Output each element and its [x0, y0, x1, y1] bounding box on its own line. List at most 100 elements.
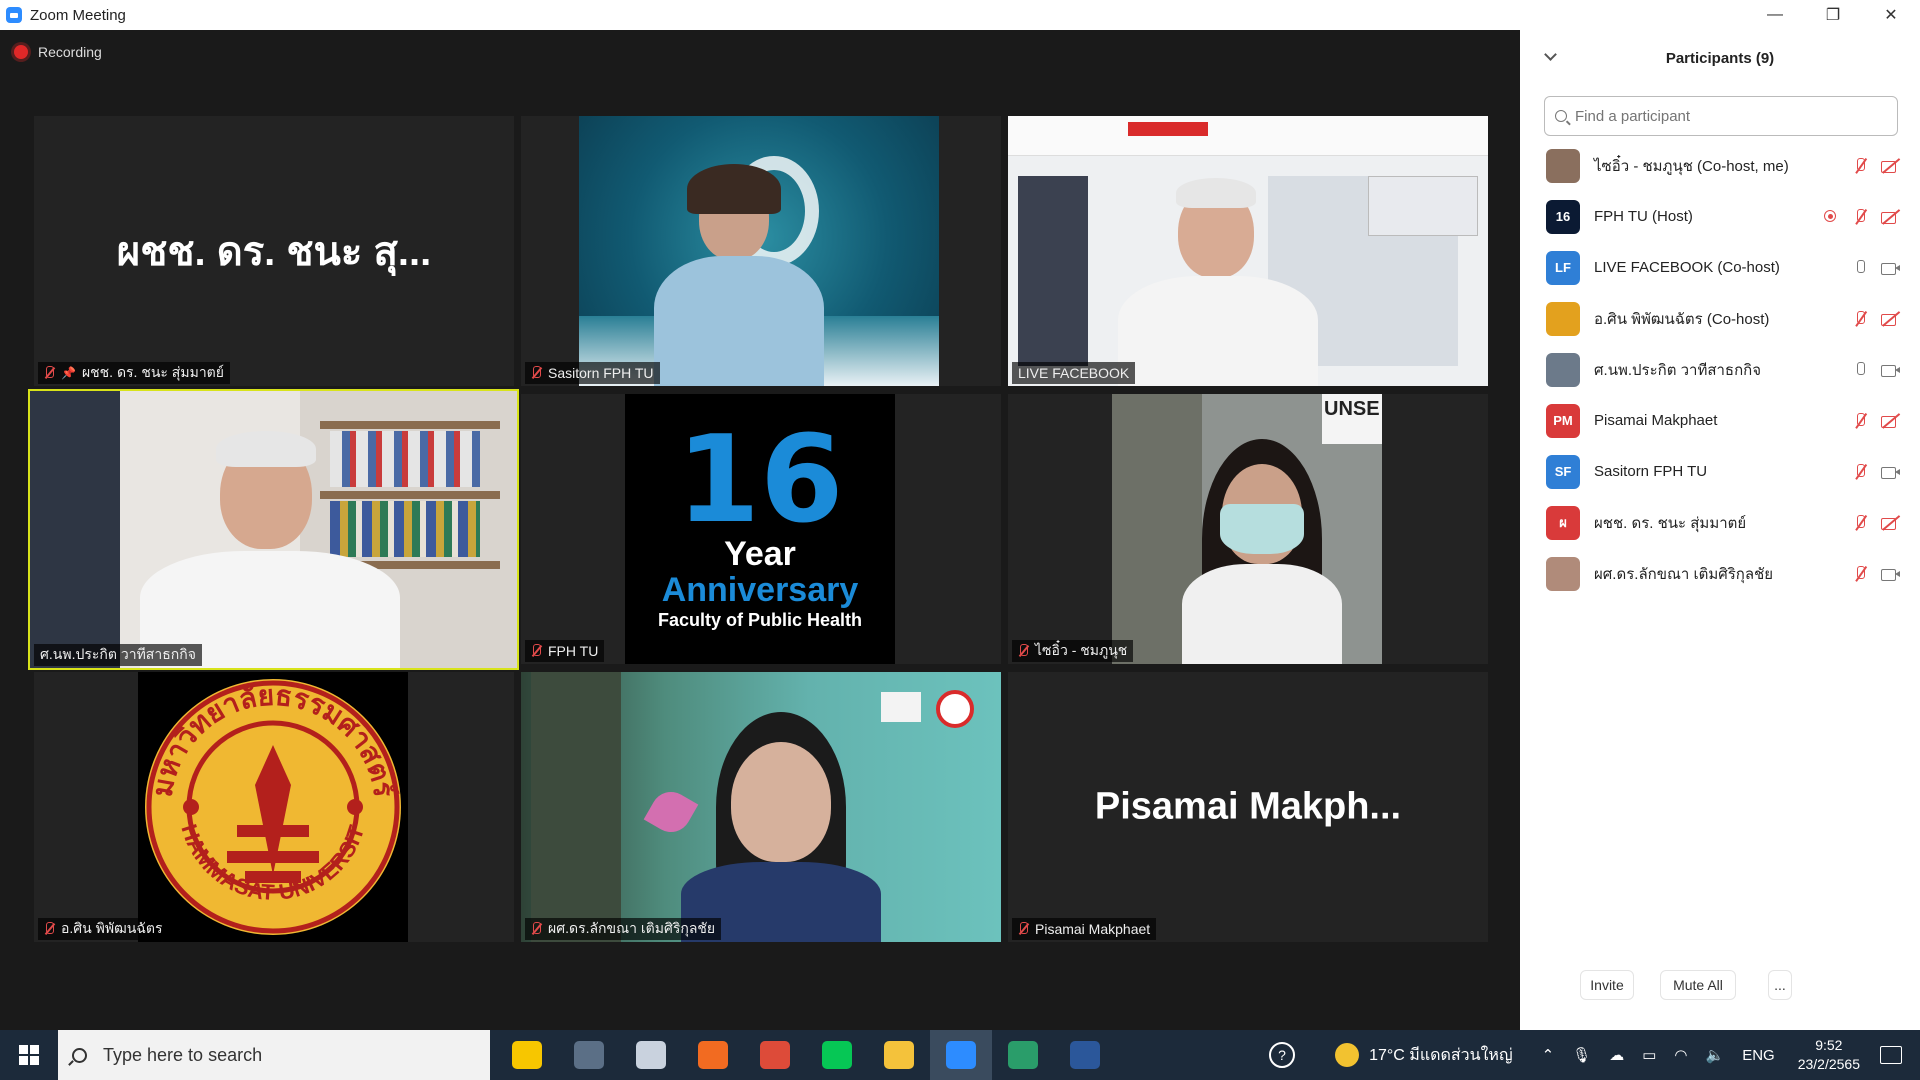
zoom-icon[interactable]	[930, 1030, 992, 1080]
participant-name: ศ.นพ.ประกิต วาทีสาธกกิจ	[1594, 361, 1762, 379]
language-indicator[interactable]: ENG	[1742, 1047, 1775, 1064]
restore-button[interactable]: ❐	[1804, 0, 1862, 30]
participants-header: Participants (9)	[1520, 30, 1920, 86]
store-sign: UNSE	[1322, 394, 1382, 444]
calculator-icon[interactable]	[558, 1030, 620, 1080]
participant-search[interactable]	[1544, 96, 1898, 136]
minimize-button[interactable]: —	[1746, 0, 1804, 30]
mic-muted-icon[interactable]	[1850, 462, 1872, 482]
video-feed	[1008, 116, 1488, 386]
avatar: ผ	[1546, 505, 1580, 540]
word-icon[interactable]	[1054, 1030, 1116, 1080]
paint-icon[interactable]	[620, 1030, 682, 1080]
battery-icon[interactable]: ▭	[1642, 1046, 1656, 1064]
mic-icon[interactable]	[1850, 360, 1872, 380]
chevron-up-icon[interactable]: ⌃	[1542, 1046, 1555, 1064]
video-feed	[521, 672, 1001, 942]
browser-green-icon[interactable]	[992, 1030, 1054, 1080]
clock[interactable]: 9:52 23/2/2565	[1798, 1036, 1860, 1074]
participant-display-name: ผชช. ดร. ชนะ สุ...	[116, 230, 432, 274]
wifi-icon[interactable]: ◠	[1674, 1046, 1687, 1064]
participants-footer: Invite Mute All ...	[1520, 970, 1920, 1000]
volume-icon[interactable]: 🔈	[1706, 1046, 1725, 1064]
video-tile[interactable]: มหาวิทยาลัยธรรมศาสตร์ THAMMASAT UNIVERSI…	[34, 672, 514, 942]
sticky-notes-icon[interactable]	[496, 1030, 558, 1080]
camera-icon[interactable]	[1880, 564, 1902, 584]
camera-icon[interactable]	[1880, 462, 1902, 482]
mic-muted-icon[interactable]	[1850, 564, 1872, 584]
mic-muted-icon[interactable]	[1850, 309, 1872, 329]
participant-row[interactable]: ผ ผชช. ดร. ชนะ สุ่มมาตย์	[1520, 497, 1920, 548]
camera-off-icon[interactable]	[1880, 207, 1902, 227]
microphone-icon[interactable]: 🎙	[1572, 1046, 1591, 1064]
camera-off-icon[interactable]	[1880, 156, 1902, 176]
chevron-down-icon[interactable]	[1544, 48, 1557, 61]
mic-muted-icon[interactable]	[1850, 411, 1872, 431]
camera-off-icon[interactable]	[1880, 411, 1902, 431]
participant-search-input[interactable]	[1575, 107, 1875, 125]
participants-title: Participants (9)	[1665, 49, 1775, 67]
participant-row[interactable]: อ.ศิน พิพัฒนฉัตร (Co-host)	[1520, 293, 1920, 344]
participant-status-icons	[1842, 156, 1902, 176]
video-tile[interactable]: ผชช. ดร. ชนะ สุ... 📌 ผชช. ดร. ชนะ สุ่มมา…	[34, 116, 514, 386]
participant-list: ไซอิ๋ว - ชมภูนุช (Co-host, me) 16 FPH TU (…	[1520, 140, 1920, 599]
name-tag: อ.ศิน พิพัฒนฉัตร	[38, 918, 169, 940]
participant-row[interactable]: 16 FPH TU (Host)	[1520, 191, 1920, 242]
mic-icon[interactable]	[1850, 258, 1872, 278]
app-orange-icon[interactable]	[682, 1030, 744, 1080]
camera-icon[interactable]	[1880, 258, 1902, 278]
taskbar-apps	[496, 1030, 1116, 1080]
participant-status-icons	[1842, 411, 1902, 431]
camera-off-icon[interactable]	[1880, 513, 1902, 533]
video-tile[interactable]: 16 Year Anniversary Faculty of Public He…	[521, 394, 1001, 664]
onedrive-icon[interactable]: ☁	[1609, 1046, 1624, 1064]
line-icon[interactable]	[806, 1030, 868, 1080]
video-tile[interactable]: LIVE FACEBOOK	[1008, 116, 1488, 386]
notifications-icon[interactable]	[1880, 1046, 1902, 1064]
participant-name: ไซอิ๋ว - ชมภูนุช	[1035, 642, 1128, 658]
muted-mic-icon	[44, 366, 54, 380]
video-tile[interactable]: Sasitorn FPH TU	[521, 116, 1001, 386]
video-tile[interactable]: ผศ.ดร.ลักขณา เติมศิริกุลชัย	[521, 672, 1001, 942]
muted-mic-icon	[531, 922, 541, 936]
help-icon[interactable]: ?	[1269, 1042, 1296, 1068]
window-controls: — ❐ ✕	[1746, 0, 1920, 30]
recording-label: Recording	[38, 44, 102, 60]
windows-start-icon[interactable]	[0, 1030, 58, 1080]
participant-name: อ.ศิน พิพัฒนฉัตร	[61, 920, 163, 936]
search-icon	[1555, 110, 1567, 122]
video-tile[interactable]: Pisamai Makph... Pisamai Makphaet	[1008, 672, 1488, 942]
participant-row[interactable]: ไซอิ๋ว - ชมภูนุช (Co-host, me)	[1520, 140, 1920, 191]
clock-time: 9:52	[1815, 1037, 1843, 1053]
file-explorer-icon[interactable]	[868, 1030, 930, 1080]
mic-muted-icon[interactable]	[1850, 207, 1872, 227]
participant-name: ผชช. ดร. ชนะ สุ่มมาตย์	[81, 364, 224, 380]
video-tile[interactable]: UNSE ไซอิ๋ว - ชมภูนุช	[1008, 394, 1488, 664]
participant-row[interactable]: ผศ.ดร.ลักขณา เติมศิริกุลชัย	[1520, 548, 1920, 599]
video-tile-active-speaker[interactable]: ศ.นพ.ประกิต วาทีสาธกกิจ	[28, 389, 519, 670]
invite-button[interactable]: Invite	[1580, 970, 1634, 1000]
mic-muted-icon[interactable]	[1850, 156, 1872, 176]
participant-row[interactable]: PM Pisamai Makphaet	[1520, 395, 1920, 446]
camera-off-icon[interactable]	[1880, 309, 1902, 329]
participant-status-icons	[1812, 207, 1902, 227]
participant-name: FPH TU (Host)	[1594, 208, 1693, 225]
title-bar: Zoom Meeting — ❐ ✕	[0, 0, 1920, 30]
mic-muted-icon[interactable]	[1850, 513, 1872, 533]
recording-indicator[interactable]: Recording	[14, 44, 102, 60]
camera-icon[interactable]	[1880, 360, 1902, 380]
mute-all-button[interactable]: Mute All	[1660, 970, 1736, 1000]
weather-text[interactable]: 17°C มีแดดส่วนใหญ่	[1369, 1043, 1513, 1068]
participant-name: LIVE FACEBOOK	[1018, 365, 1130, 381]
recording-icon	[1820, 207, 1842, 227]
participant-status-icons	[1842, 360, 1902, 380]
participant-row[interactable]: ศ.นพ.ประกิต วาทีสาธกกิจ	[1520, 344, 1920, 395]
close-button[interactable]: ✕	[1862, 0, 1920, 30]
participant-row[interactable]: SF Sasitorn FPH TU	[1520, 446, 1920, 497]
taskbar-search[interactable]: Type here to search	[58, 1030, 490, 1080]
weather-sun-icon	[1335, 1043, 1360, 1067]
participant-name: ผศ.ดร.ลักขณา เติมศิริกุลชัย	[1594, 565, 1774, 583]
participant-row[interactable]: LF LIVE FACEBOOK (Co-host)	[1520, 242, 1920, 293]
chrome-icon[interactable]	[744, 1030, 806, 1080]
more-options-button[interactable]: ...	[1768, 970, 1792, 1000]
